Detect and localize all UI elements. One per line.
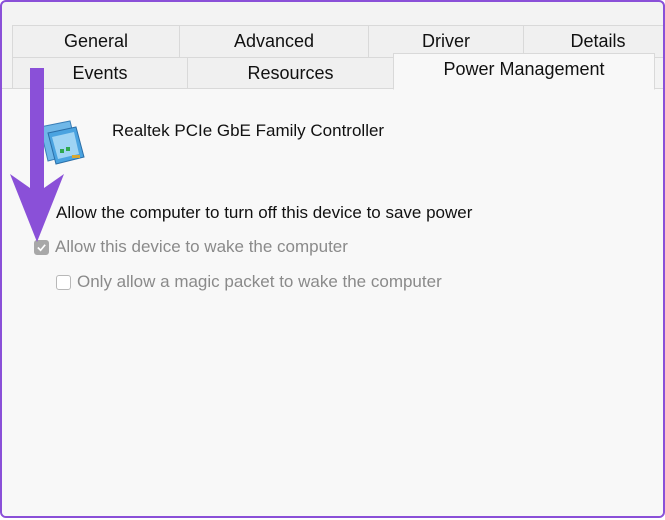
tab-advanced[interactable]: Advanced (179, 25, 369, 58)
option-allow-turn-off[interactable]: Allow the computer to turn off this devi… (56, 203, 472, 223)
option-label: Allow the computer to turn off this devi… (56, 203, 473, 222)
tab-power-management[interactable]: Power Management (393, 53, 655, 90)
tab-resources[interactable]: Resources (187, 57, 394, 89)
device-name: Realtek PCIe GbE Family Controller (112, 121, 385, 140)
tab-strip: General Advanced Driver Details Events R… (2, 2, 663, 90)
properties-dialog: General Advanced Driver Details Events R… (0, 0, 665, 518)
option-magic-packet[interactable]: Only allow a magic packet to wake the co… (56, 272, 442, 292)
option-label: Allow this device to wake the computer (55, 237, 348, 256)
tab-general[interactable]: General (12, 25, 180, 58)
option-label: Only allow a magic packet to wake the co… (77, 272, 442, 291)
option-allow-wake[interactable]: Allow this device to wake the computer (34, 237, 348, 257)
annotation-arrow-icon (10, 68, 64, 242)
power-management-panel: Realtek PCIe GbE Family Controller Allow… (2, 88, 663, 516)
magic-packet-checkbox[interactable] (56, 274, 71, 290)
